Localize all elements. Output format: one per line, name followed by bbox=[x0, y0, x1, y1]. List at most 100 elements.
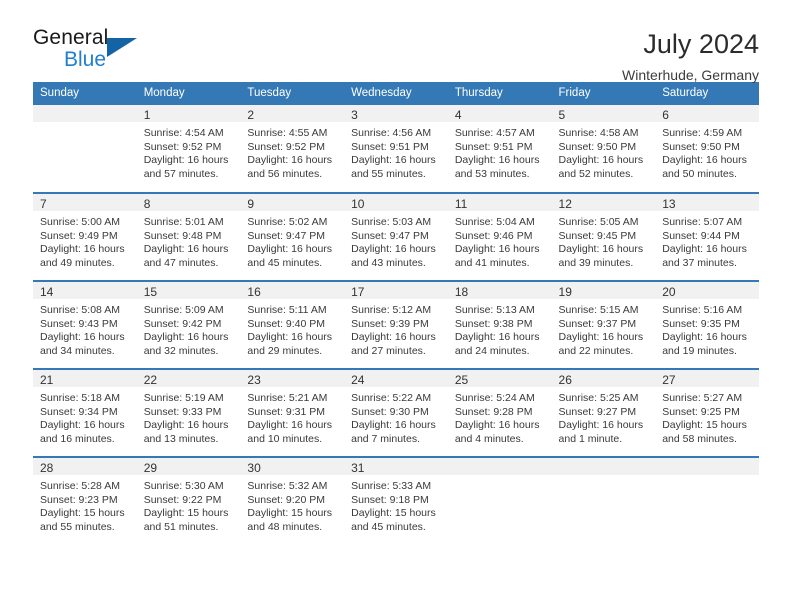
weekday-header-wednesday: Wednesday bbox=[344, 82, 448, 105]
calendar-day-cell[interactable]: 10 Sunrise: 5:03 AM Sunset: 9:47 PM Dayligh… bbox=[344, 192, 448, 281]
day-sun-info: Sunrise: 5:13 AM Sunset: 9:38 PM Daylight:… bbox=[448, 299, 552, 358]
sunrise-text: Sunrise: 5:02 AM bbox=[247, 216, 328, 228]
calendar-day-cell[interactable]: 21 Sunrise: 5:18 AM Sunset: 9:34 PM Dayligh… bbox=[33, 368, 137, 457]
daylight-text-line2: and 13 minutes. bbox=[143, 432, 219, 445]
logo-text-blue: Blue bbox=[64, 48, 107, 71]
calendar-day-cell[interactable]: 17 Sunrise: 5:12 AM Sunset: 9:39 PM Dayligh… bbox=[344, 280, 448, 369]
day-number: 26 bbox=[551, 370, 656, 387]
day-sun-info: Sunrise: 5:27 AM Sunset: 9:25 PM Daylight:… bbox=[655, 387, 759, 446]
sunrise-text: Sunrise: 5:21 AM bbox=[247, 392, 328, 404]
daylight-text-line2: and 43 minutes. bbox=[351, 256, 426, 269]
weekday-header-friday: Friday bbox=[551, 82, 656, 105]
calendar-day-cell-empty bbox=[655, 456, 759, 545]
calendar-day-cell[interactable]: 22 Sunrise: 5:19 AM Sunset: 9:33 PM Dayligh… bbox=[136, 368, 241, 457]
daylight-text-line2: and 57 minutes. bbox=[143, 167, 219, 180]
daylight-text-line1: Daylight: 16 hours bbox=[662, 154, 747, 167]
day-sun-info: Sunrise: 5:18 AM Sunset: 9:34 PM Daylight:… bbox=[33, 387, 137, 446]
daylight-text-line1: Daylight: 16 hours bbox=[247, 154, 333, 167]
day-sun-info: Sunrise: 5:15 AM Sunset: 9:37 PM Daylight:… bbox=[552, 299, 656, 358]
day-number: 17 bbox=[344, 282, 448, 299]
calendar-day-cell[interactable]: 31 Sunrise: 5:33 AM Sunset: 9:18 PM Dayligh… bbox=[344, 456, 448, 545]
sunrise-text: Sunrise: 4:55 AM bbox=[247, 127, 328, 139]
day-number: 29 bbox=[136, 458, 241, 475]
day-sun-info: Sunrise: 5:21 AM Sunset: 9:31 PM Daylight:… bbox=[240, 387, 344, 446]
sunrise-text: Sunrise: 5:00 AM bbox=[40, 216, 120, 228]
day-number: 23 bbox=[240, 370, 345, 387]
day-sun-info: Sunrise: 5:02 AM Sunset: 9:47 PM Daylight:… bbox=[240, 211, 344, 270]
day-number: 4 bbox=[447, 105, 552, 122]
sunset-text: Sunset: 9:34 PM bbox=[40, 405, 118, 418]
calendar-day-cell[interactable]: 25 Sunrise: 5:24 AM Sunset: 9:28 PM Dayligh… bbox=[447, 368, 552, 457]
day-number bbox=[655, 458, 759, 475]
sunset-text: Sunset: 9:48 PM bbox=[143, 229, 222, 242]
day-sun-info: Sunrise: 5:30 AM Sunset: 9:22 PM Daylight:… bbox=[137, 475, 241, 534]
calendar-day-cell[interactable]: 23 Sunrise: 5:21 AM Sunset: 9:31 PM Dayligh… bbox=[240, 368, 345, 457]
day-sun-info: Sunrise: 4:54 AM Sunset: 9:52 PM Daylight:… bbox=[137, 122, 241, 181]
daylight-text-line1: Daylight: 16 hours bbox=[558, 331, 644, 344]
calendar-day-cell[interactable]: 1 Sunrise: 4:54 AM Sunset: 9:52 PM Daylight… bbox=[136, 105, 241, 193]
sunset-text: Sunset: 9:33 PM bbox=[143, 405, 222, 418]
calendar-day-cell[interactable]: 5 Sunrise: 4:58 AM Sunset: 9:50 PM Daylight… bbox=[551, 105, 656, 193]
calendar-day-cell[interactable]: 18 Sunrise: 5:13 AM Sunset: 9:38 PM Dayligh… bbox=[447, 280, 552, 369]
calendar-day-cell[interactable]: 8 Sunrise: 5:01 AM Sunset: 9:48 PM Daylight… bbox=[136, 192, 241, 281]
daylight-text-line2: and 58 minutes. bbox=[662, 432, 737, 445]
calendar-day-cell[interactable]: 20 Sunrise: 5:16 AM Sunset: 9:35 PM Dayligh… bbox=[655, 280, 759, 369]
calendar-day-cell[interactable]: 29 Sunrise: 5:30 AM Sunset: 9:22 PM Dayligh… bbox=[136, 456, 241, 545]
sunset-text: Sunset: 9:50 PM bbox=[558, 140, 637, 153]
calendar-day-cell[interactable]: 19 Sunrise: 5:15 AM Sunset: 9:37 PM Dayligh… bbox=[551, 280, 656, 369]
sunrise-text: Sunrise: 5:13 AM bbox=[454, 304, 535, 316]
day-number bbox=[447, 458, 552, 475]
day-number: 19 bbox=[551, 282, 656, 299]
daylight-text-line2: and 49 minutes. bbox=[40, 256, 115, 269]
calendar-day-cell[interactable]: 3 Sunrise: 4:56 AM Sunset: 9:51 PM Daylight… bbox=[344, 105, 448, 193]
calendar-day-cell[interactable]: 16 Sunrise: 5:11 AM Sunset: 9:40 PM Dayligh… bbox=[240, 280, 345, 369]
sunrise-text: Sunrise: 5:11 AM bbox=[247, 304, 327, 316]
calendar-day-cell[interactable]: 14 Sunrise: 5:08 AM Sunset: 9:43 PM Dayligh… bbox=[33, 280, 137, 369]
calendar-day-cell[interactable]: 26 Sunrise: 5:25 AM Sunset: 9:27 PM Dayligh… bbox=[551, 368, 656, 457]
sunrise-text: Sunrise: 5:28 AM bbox=[40, 480, 120, 492]
daylight-text-line1: Daylight: 15 hours bbox=[247, 507, 333, 520]
daylight-text-line2: and 16 minutes. bbox=[40, 432, 115, 445]
sunrise-text: Sunrise: 5:22 AM bbox=[351, 392, 432, 404]
calendar-day-cell[interactable]: 12 Sunrise: 5:05 AM Sunset: 9:45 PM Dayligh… bbox=[551, 192, 656, 281]
daylight-text-line1: Daylight: 16 hours bbox=[143, 154, 229, 167]
calendar-day-cell[interactable]: 30 Sunrise: 5:32 AM Sunset: 9:20 PM Dayligh… bbox=[240, 456, 345, 545]
calendar-day-cell[interactable]: 9 Sunrise: 5:02 AM Sunset: 9:47 PM Daylight… bbox=[240, 192, 345, 281]
day-sun-info: Sunrise: 5:08 AM Sunset: 9:43 PM Daylight:… bbox=[33, 299, 137, 358]
daylight-text-line2: and 51 minutes. bbox=[143, 520, 219, 533]
daylight-text-line1: Daylight: 16 hours bbox=[351, 419, 436, 432]
daylight-text-line1: Daylight: 16 hours bbox=[454, 243, 540, 256]
calendar-day-cell[interactable]: 11 Sunrise: 5:04 AM Sunset: 9:46 PM Dayligh… bbox=[447, 192, 552, 281]
day-number: 10 bbox=[344, 194, 448, 211]
day-number: 20 bbox=[655, 282, 759, 299]
day-sun-info: Sunrise: 5:28 AM Sunset: 9:23 PM Daylight:… bbox=[33, 475, 137, 534]
general-blue-logo[interactable]: General Blue bbox=[33, 26, 145, 76]
sunset-text: Sunset: 9:52 PM bbox=[247, 140, 326, 153]
daylight-text-line2: and 48 minutes. bbox=[247, 520, 323, 533]
sunrise-text: Sunrise: 5:08 AM bbox=[40, 304, 120, 316]
daylight-text-line2: and 50 minutes. bbox=[662, 167, 737, 180]
calendar-day-cell[interactable]: 2 Sunrise: 4:55 AM Sunset: 9:52 PM Daylight… bbox=[240, 105, 345, 193]
page-title: July 2024 bbox=[643, 29, 759, 59]
day-number: 1 bbox=[136, 105, 241, 122]
sunrise-text: Sunrise: 5:24 AM bbox=[454, 392, 535, 404]
day-number: 22 bbox=[136, 370, 241, 387]
sunset-text: Sunset: 9:51 PM bbox=[454, 140, 533, 153]
daylight-text-line1: Daylight: 15 hours bbox=[662, 419, 747, 432]
calendar-day-cell[interactable]: 7 Sunrise: 5:00 AM Sunset: 9:49 PM Daylight… bbox=[33, 192, 137, 281]
calendar-day-cell[interactable]: 4 Sunrise: 4:57 AM Sunset: 9:51 PM Daylight… bbox=[447, 105, 552, 193]
sunrise-text: Sunrise: 5:32 AM bbox=[247, 480, 328, 492]
day-number: 2 bbox=[240, 105, 345, 122]
daylight-text-line1: Daylight: 16 hours bbox=[454, 419, 540, 432]
calendar-day-cell[interactable]: 15 Sunrise: 5:09 AM Sunset: 9:42 PM Dayligh… bbox=[136, 280, 241, 369]
daylight-text-line2: and 24 minutes. bbox=[454, 344, 530, 357]
calendar-day-cell[interactable]: 13 Sunrise: 5:07 AM Sunset: 9:44 PM Dayligh… bbox=[655, 192, 759, 281]
sunset-text: Sunset: 9:27 PM bbox=[558, 405, 637, 418]
daylight-text-line1: Daylight: 16 hours bbox=[351, 243, 436, 256]
calendar-day-cell[interactable]: 27 Sunrise: 5:27 AM Sunset: 9:25 PM Dayligh… bbox=[655, 368, 759, 457]
calendar-day-cell[interactable]: 28 Sunrise: 5:28 AM Sunset: 9:23 PM Dayligh… bbox=[33, 456, 137, 545]
calendar-day-cell[interactable]: 6 Sunrise: 4:59 AM Sunset: 9:50 PM Daylight… bbox=[655, 105, 759, 193]
daylight-text-line2: and 39 minutes. bbox=[558, 256, 634, 269]
calendar-day-cell[interactable]: 24 Sunrise: 5:22 AM Sunset: 9:30 PM Dayligh… bbox=[344, 368, 448, 457]
weekday-header-thursday: Thursday bbox=[447, 82, 552, 105]
